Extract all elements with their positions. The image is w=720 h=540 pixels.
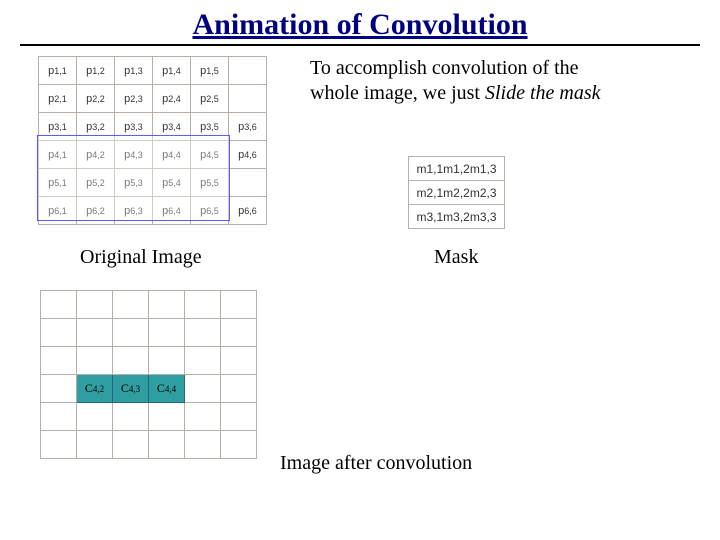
- p-cell: p4,4: [153, 141, 191, 169]
- mask-cell: m2,1m2,2m2,3: [409, 181, 505, 205]
- p-cell: p2,5: [191, 85, 229, 113]
- out-cell: [185, 291, 221, 319]
- p-cell: p6,3: [115, 197, 153, 225]
- p-cell: p5,3: [115, 169, 153, 197]
- p-cell: [229, 57, 267, 85]
- mask-label: Mask: [434, 246, 478, 269]
- p-cell: p6,6: [229, 197, 267, 225]
- p-cell: p5,5: [191, 169, 229, 197]
- out-cell: [41, 291, 77, 319]
- p-cell: [229, 169, 267, 197]
- p-cell: p1,1: [39, 57, 77, 85]
- p-cell: p3,4: [153, 113, 191, 141]
- p-cell: p2,1: [39, 85, 77, 113]
- p-cell: p2,3: [115, 85, 153, 113]
- p-cell: p4,3: [115, 141, 153, 169]
- out-cell: [41, 319, 77, 347]
- out-cell: [77, 319, 113, 347]
- mask-cell: m3,1m3,2m3,3: [409, 205, 505, 229]
- out-cell: [41, 375, 77, 403]
- out-cell: C4,2: [77, 375, 113, 403]
- out-cell: [185, 403, 221, 431]
- description-text: To accomplish convolution of the whole i…: [310, 56, 710, 106]
- mask-cell: m1,1m1,2m1,3: [409, 157, 505, 181]
- out-cell: [113, 319, 149, 347]
- p-cell: p1,2: [77, 57, 115, 85]
- out-cell: [77, 403, 113, 431]
- out-cell: [221, 403, 257, 431]
- out-cell: [41, 347, 77, 375]
- out-cell: [113, 403, 149, 431]
- out-cell: [41, 431, 77, 459]
- p-cell: p3,2: [77, 113, 115, 141]
- desc-line2a: whole image, we just: [310, 82, 485, 104]
- p-cell: p6,4: [153, 197, 191, 225]
- out-cell: [149, 403, 185, 431]
- out-cell: [221, 347, 257, 375]
- out-cell: C4,4: [149, 375, 185, 403]
- out-cell: [221, 375, 257, 403]
- out-cell: [41, 403, 77, 431]
- p-cell: p5,2: [77, 169, 115, 197]
- out-cell: [113, 431, 149, 459]
- output-grid: C4,2C4,3C4,4: [40, 290, 257, 459]
- p-cell: p3,3: [115, 113, 153, 141]
- out-cell: [185, 319, 221, 347]
- out-cell: [221, 431, 257, 459]
- p-cell: p4,6: [229, 141, 267, 169]
- p-cell: p2,2: [77, 85, 115, 113]
- p-cell: p1,4: [153, 57, 191, 85]
- p-cell: p5,1: [39, 169, 77, 197]
- p-cell: p4,2: [77, 141, 115, 169]
- out-cell: [113, 347, 149, 375]
- out-cell: [149, 291, 185, 319]
- out-cell: [149, 347, 185, 375]
- out-cell: [77, 347, 113, 375]
- p-cell: p3,1: [39, 113, 77, 141]
- page-title: Animation of Convolution: [20, 0, 700, 46]
- p-cell: p4,5: [191, 141, 229, 169]
- out-cell: [149, 319, 185, 347]
- out-cell: [221, 319, 257, 347]
- p-cell: p6,1: [39, 197, 77, 225]
- desc-line2b: Slide the mask: [485, 82, 601, 104]
- p-cell: p3,5: [191, 113, 229, 141]
- out-cell: [185, 431, 221, 459]
- p-cell: p6,2: [77, 197, 115, 225]
- original-image-label: Original Image: [80, 246, 202, 269]
- p-cell: p1,5: [191, 57, 229, 85]
- out-cell: [221, 291, 257, 319]
- p-cell: p6,5: [191, 197, 229, 225]
- p-cell: p3,6: [229, 113, 267, 141]
- out-cell: [185, 375, 221, 403]
- desc-line1: To accomplish convolution of the: [310, 57, 579, 79]
- out-cell: [185, 347, 221, 375]
- p-cell: p5,4: [153, 169, 191, 197]
- p-cell: p2,4: [153, 85, 191, 113]
- p-cell: [229, 85, 267, 113]
- out-cell: [77, 431, 113, 459]
- original-image-grid: p1,1p1,2p1,3p1,4p1,5 p2,1p2,2p2,3p2,4p2,5…: [38, 56, 267, 225]
- out-cell: [113, 291, 149, 319]
- p-cell: p4,1: [39, 141, 77, 169]
- out-cell: [149, 431, 185, 459]
- out-cell: [77, 291, 113, 319]
- mask-grid: m1,1m1,2m1,3m2,1m2,2m2,3m3,1m3,2m3,3: [408, 156, 505, 229]
- after-convolution-label: Image after convolution: [280, 452, 472, 475]
- p-cell: p1,3: [115, 57, 153, 85]
- out-cell: C4,3: [113, 375, 149, 403]
